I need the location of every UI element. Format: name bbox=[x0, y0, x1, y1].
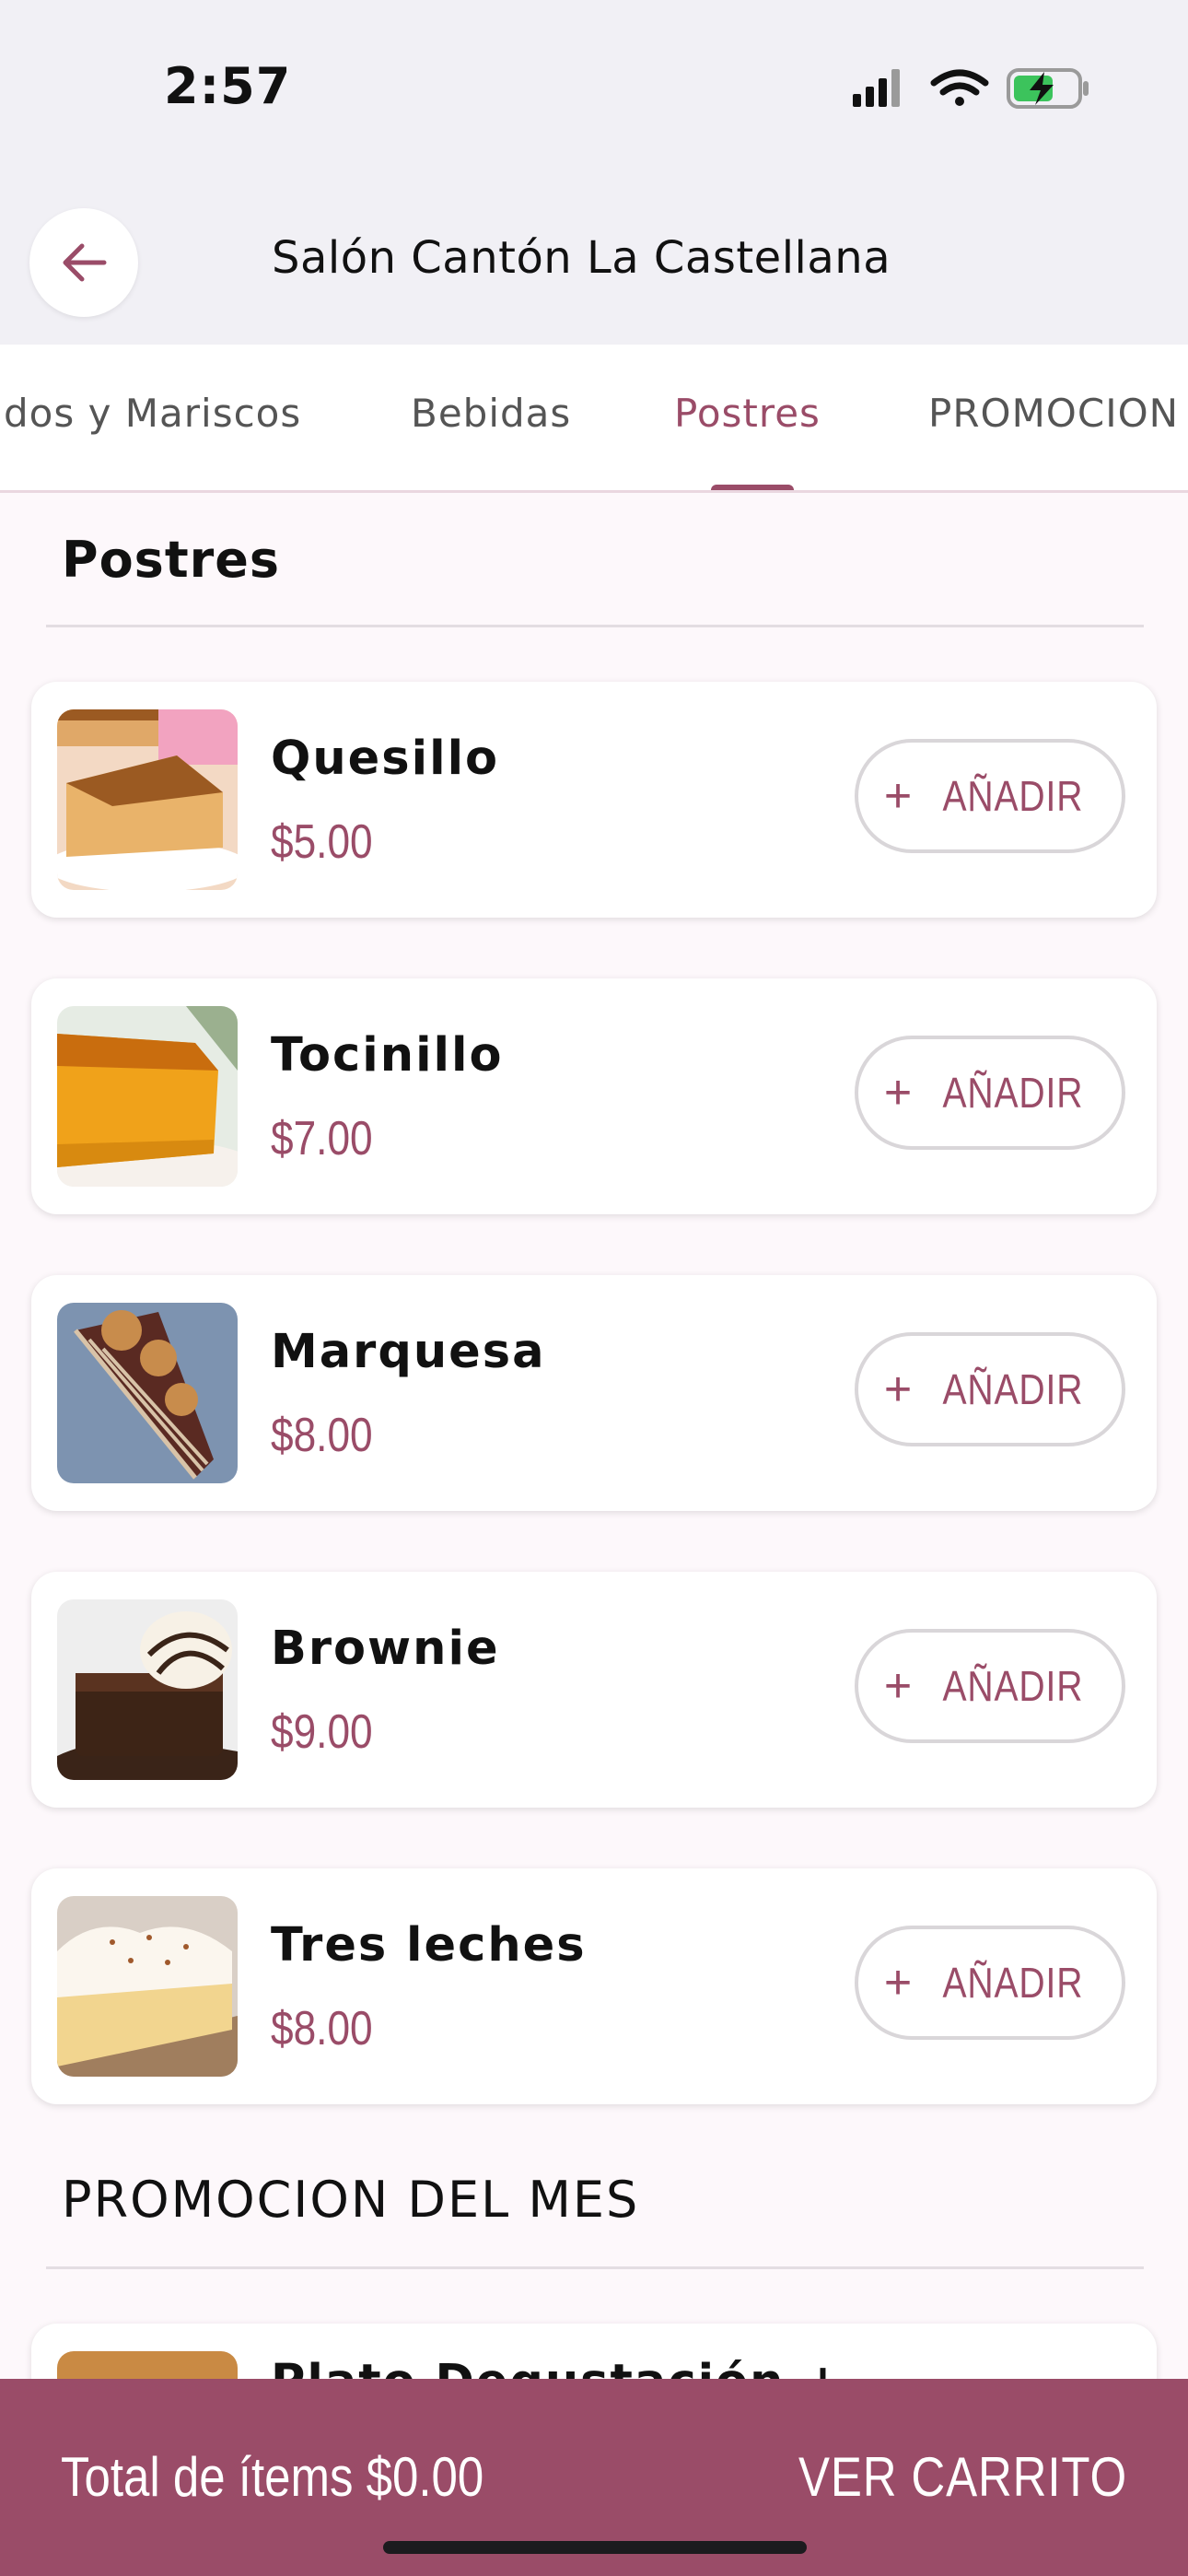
item-price: $9.00 bbox=[271, 1705, 373, 1759]
add-button[interactable]: + AÑADIR bbox=[855, 739, 1125, 853]
add-button[interactable]: + AÑADIR bbox=[855, 1332, 1125, 1446]
add-button[interactable]: + AÑADIR bbox=[855, 1036, 1125, 1150]
plus-icon: + bbox=[883, 1066, 913, 1119]
top-bar: 2:57 Salón Cantón La Castellana bbox=[0, 0, 1188, 345]
section-divider bbox=[46, 625, 1144, 627]
add-button-label: AÑADIR bbox=[942, 1069, 1084, 1117]
cart-total: Total de ítems $0.00 bbox=[61, 2446, 484, 2508]
item-name: Marquesa bbox=[271, 1325, 546, 1379]
menu-item-card: Quesillo $5.00 + AÑADIR bbox=[31, 682, 1157, 918]
item-price: $5.00 bbox=[271, 815, 373, 869]
add-button-label: AÑADIR bbox=[942, 1959, 1084, 2007]
item-price: $8.00 bbox=[271, 1409, 373, 1462]
active-tab-indicator bbox=[711, 485, 794, 490]
item-price: $7.00 bbox=[271, 1112, 373, 1165]
add-button-label: AÑADIR bbox=[942, 1662, 1084, 1710]
section-title-postres: Postres bbox=[62, 531, 281, 589]
status-time: 2:57 bbox=[164, 57, 292, 115]
view-cart-button[interactable]: VER CARRITO bbox=[798, 2445, 1127, 2509]
plus-icon: + bbox=[883, 769, 913, 823]
menu-item-card: Marquesa $8.00 + AÑADIR bbox=[31, 1275, 1157, 1511]
tab-postres[interactable]: Postres bbox=[674, 391, 821, 436]
menu-item-card: Tocinillo $7.00 + AÑADIR bbox=[31, 978, 1157, 1214]
item-name: Tres leches bbox=[271, 1918, 587, 1973]
menu-item-card: Brownie $9.00 + AÑADIR bbox=[31, 1572, 1157, 1808]
cake-slice-icon bbox=[57, 1303, 238, 1483]
back-button[interactable] bbox=[29, 208, 138, 317]
wifi-icon bbox=[930, 69, 989, 106]
section-title-promocion: PROMOCION DEL MES bbox=[62, 2171, 640, 2229]
tab-pescados-y-mariscos[interactable]: dos y Mariscos bbox=[4, 391, 301, 436]
add-button-label: AÑADIR bbox=[942, 1365, 1084, 1413]
flan-icon bbox=[57, 709, 238, 890]
battery-charging-icon bbox=[1007, 68, 1089, 109]
tab-promocion[interactable]: PROMOCION bbox=[928, 391, 1179, 436]
tres-leches-icon bbox=[57, 1896, 238, 2077]
arrow-left-icon bbox=[63, 243, 107, 282]
plus-icon: + bbox=[883, 1659, 913, 1713]
add-button[interactable]: + AÑADIR bbox=[855, 1926, 1125, 2040]
item-name: Brownie bbox=[271, 1622, 500, 1676]
item-name: Quesillo bbox=[271, 732, 500, 786]
add-button[interactable]: + AÑADIR bbox=[855, 1629, 1125, 1743]
plus-icon: + bbox=[883, 1363, 913, 1416]
category-tabs: dos y Mariscos Bebidas Postres PROMOCION bbox=[0, 345, 1188, 493]
brownie-icon bbox=[57, 1599, 238, 1780]
home-indicator bbox=[383, 2541, 807, 2554]
tocinillo-icon bbox=[57, 1006, 238, 1187]
item-name: Tocinillo bbox=[271, 1028, 504, 1083]
restaurant-title: Salón Cantón La Castellana bbox=[272, 232, 891, 284]
menu-item-card: Tres leches $8.00 + AÑADIR bbox=[31, 1868, 1157, 2104]
item-price: $8.00 bbox=[271, 2002, 373, 2055]
plus-icon: + bbox=[883, 1956, 913, 2009]
add-button-label: AÑADIR bbox=[942, 772, 1084, 820]
status-icons bbox=[853, 68, 1089, 109]
cellular-signal-icon bbox=[853, 69, 900, 107]
tab-bebidas[interactable]: Bebidas bbox=[411, 391, 571, 436]
section-divider bbox=[46, 2266, 1144, 2269]
